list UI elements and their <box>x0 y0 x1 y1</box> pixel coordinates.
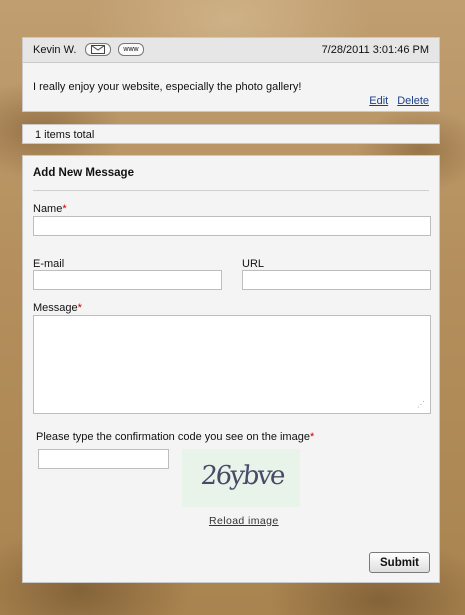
message-label: Message* <box>33 302 82 314</box>
name-label: Name* <box>33 203 67 215</box>
required-mark: * <box>77 302 82 314</box>
items-total-bar: 1 items total <box>22 124 440 144</box>
edit-link[interactable]: Edit <box>369 95 388 107</box>
url-input[interactable] <box>242 270 431 290</box>
captcha-image: 26ybve <box>182 449 300 507</box>
comment-header: Kevin W. www 7/28/2011 3:01:46 PM <box>23 38 439 63</box>
title-divider <box>33 190 429 191</box>
delete-link[interactable]: Delete <box>397 95 429 107</box>
required-mark: * <box>309 431 315 443</box>
items-total-text: 1 items total <box>35 129 95 141</box>
add-message-form: Add New Message Name* E-mail URL Message… <box>22 155 440 583</box>
resize-grip-icon[interactable]: ⋰ <box>417 401 425 409</box>
website-icon[interactable]: www <box>118 43 144 56</box>
reload-image-link[interactable]: Reload image <box>209 515 279 527</box>
submit-button[interactable]: Submit <box>369 552 430 573</box>
email-input[interactable] <box>33 270 222 290</box>
message-textarea[interactable] <box>33 315 431 414</box>
comment-text: I really enjoy your website, especially … <box>33 81 302 93</box>
comment-datetime: 7/28/2011 3:01:46 PM <box>321 44 429 56</box>
email-label: E-mail <box>33 258 65 270</box>
comment-entry: Kevin W. www 7/28/2011 3:01:46 PM I real… <box>22 37 440 112</box>
email-icon[interactable] <box>85 43 111 56</box>
captcha-code: 26ybve <box>199 461 286 491</box>
captcha-prompt: Please type the confirmation code you se… <box>36 431 315 443</box>
form-title: Add New Message <box>33 167 134 179</box>
required-mark: * <box>62 203 67 215</box>
captcha-input[interactable] <box>38 449 169 469</box>
url-label: URL <box>242 258 265 270</box>
comment-actions: Edit Delete <box>360 95 429 107</box>
name-input[interactable] <box>33 216 431 236</box>
comment-author: Kevin W. <box>33 44 77 56</box>
